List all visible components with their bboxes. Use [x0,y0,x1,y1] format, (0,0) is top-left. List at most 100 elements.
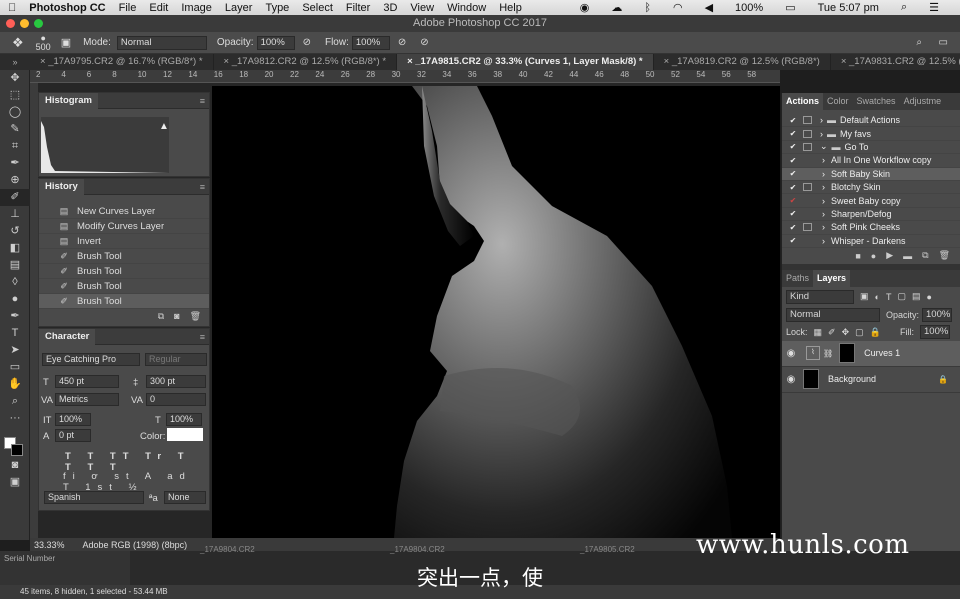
search-icon[interactable]: ⌕ [916,37,922,48]
chevron-right-icon[interactable]: › [822,209,825,219]
history-item[interactable]: ✐ Brush Tool [39,249,209,264]
doc-tab-5[interactable]: × _17A9831.CR2 @ 12.5% (RGB/8*) [831,54,960,70]
layer-fill-input[interactable]: 100% [920,325,950,340]
layer-mask-thumbnail[interactable] [839,343,856,364]
action-item[interactable]: ✔ › Whisper - Darkens [782,235,960,248]
action-item[interactable]: ✔ › Sharpen/Defog [782,208,960,222]
menu-filter[interactable]: Filter [346,2,370,14]
menu-edit[interactable]: Edit [149,2,168,14]
action-item-selected[interactable]: ✔ › Soft Baby Skin [782,167,960,181]
tab-color[interactable]: Color [823,93,853,110]
antialias-select[interactable]: None [164,491,206,504]
doc-tab-1[interactable]: × _17A9795.CR2 @ 16.7% (RGB/8*) * [30,54,214,70]
check-icon[interactable]: ✔ [787,236,799,245]
lock-all-icon[interactable]: 🔒 [870,327,881,338]
layer-name[interactable]: Curves 1 [864,348,900,358]
panel-menu-icon[interactable]: ≡ [200,332,205,342]
faux-style-buttons[interactable]: T T TT Tr T T T T [65,451,209,473]
pressure-size-icon[interactable]: ⊘ [420,37,428,48]
trash-icon[interactable]: 🗑 [190,311,201,322]
lock-pixels-icon[interactable]: ✐ [828,327,836,338]
stamp-tool-icon[interactable]: ⊥ [0,206,30,223]
action-item[interactable]: ✔ › All In One Workflow copy [782,154,960,168]
tabs-collapse-icon[interactable]: » [0,54,30,70]
volume-icon[interactable]: ◀ [705,1,713,14]
new-set-icon[interactable]: ▬ [903,251,912,261]
notification-icon[interactable]: ☰ [929,1,939,14]
menu-window[interactable]: Window [447,2,486,14]
chevron-right-icon[interactable]: › [820,115,823,125]
opentype-buttons[interactable]: fi ơ st A ad T 1st ½ [63,471,209,493]
history-brush-tool-icon[interactable]: ↺ [0,223,30,240]
histogram-tab[interactable]: Histogram [39,92,98,109]
bluetooth-icon[interactable]: ᛒ [644,2,651,14]
hand-tool-icon[interactable]: ✋ [0,376,30,393]
move-tool-icon[interactable]: ✥ [0,70,30,87]
shape-tool-icon[interactable]: ▭ [0,359,30,376]
doc-tab-3[interactable]: × _17A9815.CR2 @ 33.3% (Curves 1, Layer … [397,54,654,70]
link-icon[interactable]: ⛓ [823,349,833,358]
brush-tool-icon[interactable]: ✐ [0,189,30,206]
battery-level[interactable]: 100% [735,2,763,14]
marquee-tool-icon[interactable]: ⬚ [0,87,30,104]
check-icon[interactable]: ✔ [787,196,799,205]
check-icon[interactable]: ✔ [787,183,799,192]
horizontal-scale-input[interactable]: 100% [166,413,202,426]
dialog-toggle-icon[interactable] [803,142,812,151]
chevron-right-icon[interactable]: › [822,196,825,206]
tab-layers[interactable]: Layers [813,269,851,287]
zoom-window-button[interactable] [34,19,43,28]
lock-artboard-icon[interactable]: ▢ [855,327,864,338]
tab-swatches[interactable]: Swatches [853,93,900,110]
background-color-swatch[interactable] [11,444,23,456]
airbrush-icon[interactable]: ⊘ [398,37,406,48]
mode-select[interactable]: Normal [116,35,207,50]
lock-position-icon[interactable]: ✥ [842,327,850,338]
baseline-shift-input[interactable]: 0 pt [55,429,91,442]
menu-3d[interactable]: 3D [383,2,397,14]
color-profile[interactable]: Adobe RGB (1998) (8bpc) [83,540,188,550]
play-icon[interactable]: ▶ [886,250,893,261]
chevron-right-icon[interactable]: › [822,182,825,192]
layer-kind-select[interactable]: Kind [786,289,854,304]
layer-row-background[interactable]: ◉ Background 🔒 [782,367,960,393]
layer-name[interactable]: Background [828,374,876,384]
layer-opacity-input[interactable]: 100% [922,308,953,323]
type-tool-icon[interactable]: T [0,325,30,342]
doc-tab-2[interactable]: × _17A9812.CR2 @ 12.5% (RGB/8*) * [214,54,398,70]
menu-type[interactable]: Type [265,2,289,14]
dialog-toggle-icon[interactable] [803,129,812,138]
new-document-from-state-icon[interactable]: ⧉ [158,311,164,322]
document-canvas[interactable] [212,86,780,538]
menu-layer[interactable]: Layer [225,2,253,14]
trash-icon[interactable]: 🗑 [939,250,950,261]
check-icon[interactable]: ✔ [787,169,799,178]
record-icon[interactable]: ◉ [580,1,590,14]
path-select-tool-icon[interactable]: ➤ [0,342,30,359]
panel-menu-icon[interactable]: ≡ [200,182,205,192]
flow-input[interactable]: 100% [351,35,390,50]
filter-toggle-icon[interactable]: ● [926,292,931,302]
clock[interactable]: Tue 5:07 pm [818,2,879,14]
visibility-eye-icon[interactable]: ◉ [782,374,800,385]
workspace-icon[interactable]: ▭ [939,37,948,48]
filter-pixel-icon[interactable]: ▣ [860,291,869,302]
history-item[interactable]: ▤ Invert [39,234,209,249]
filter-smart-icon[interactable]: ▤ [912,291,921,302]
quick-mask-icon[interactable]: ◙ [0,457,30,474]
new-action-icon[interactable]: ⧉ [922,250,928,261]
eyedropper-tool-icon[interactable]: ✒ [0,155,30,172]
opacity-input[interactable]: 100% [256,35,295,50]
dodge-tool-icon[interactable]: ● [0,291,30,308]
zoom-tool-icon[interactable]: ⌕ [0,393,30,410]
filter-type-icon[interactable]: T [886,292,892,302]
history-item[interactable]: ✐ Brush Tool [39,279,209,294]
check-icon[interactable]: ✔ [787,223,799,232]
gradient-tool-icon[interactable]: ▤ [0,257,30,274]
chevron-right-icon[interactable]: › [820,129,823,139]
history-item-current[interactable]: ✐ Brush Tool [39,294,209,309]
pen-tool-icon[interactable]: ✒ [0,308,30,325]
tab-adjustments[interactable]: Adjustme [900,93,946,110]
leading-input[interactable]: 300 pt [146,375,206,388]
dialog-toggle-icon[interactable] [803,116,812,125]
